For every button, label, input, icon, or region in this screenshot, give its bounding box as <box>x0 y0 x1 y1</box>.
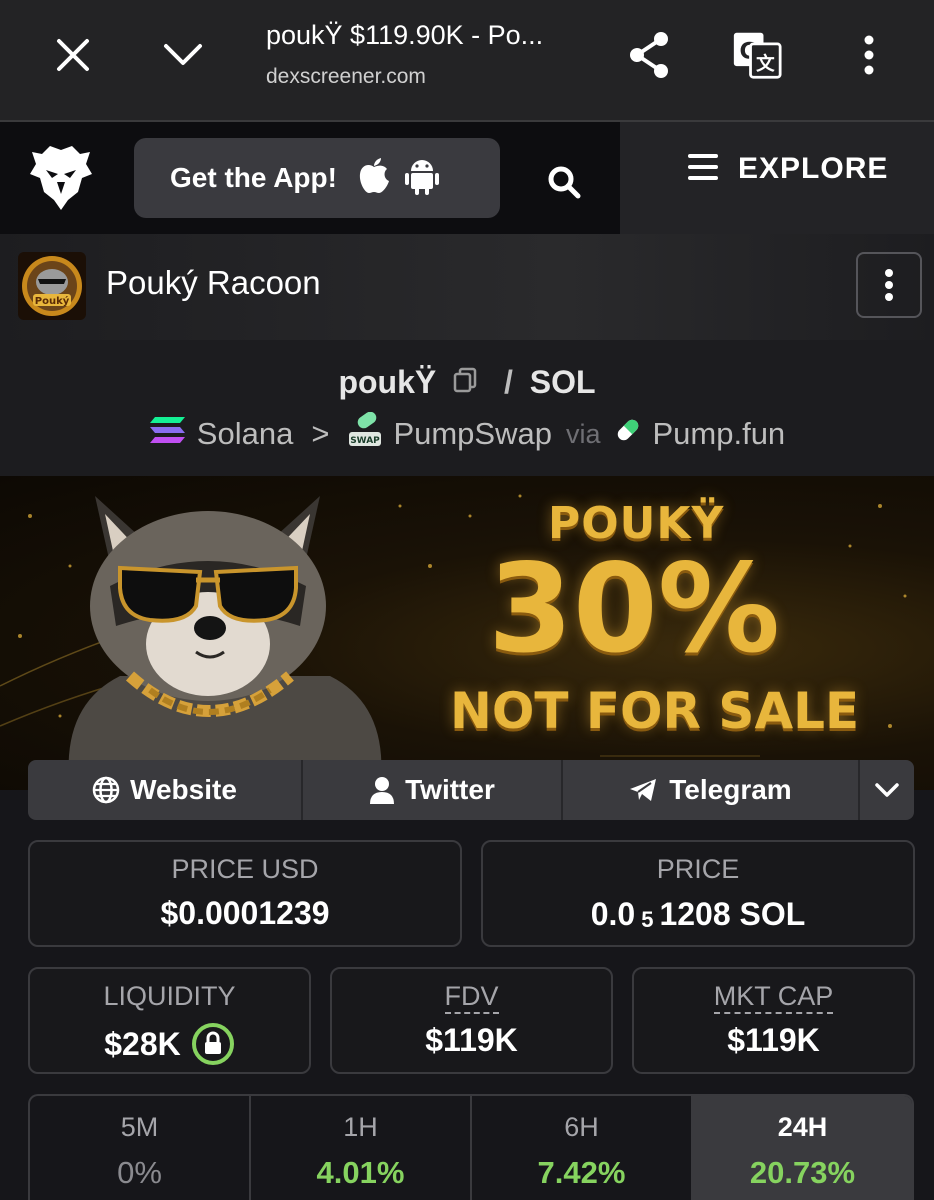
chevron-down-icon[interactable] <box>158 30 208 80</box>
explore-label: EXPLORE <box>738 152 889 185</box>
browser-toolbar: poukŸ $119.90K - Po... dexscreener.com G… <box>0 0 934 122</box>
pair-line: poukŸ / SOL <box>0 362 934 401</box>
price-sol-label: PRICE <box>656 854 740 884</box>
social-links-bar: Website Twitter Telegram <box>28 760 914 820</box>
change-label: 6H <box>564 1112 599 1142</box>
globe-icon <box>92 776 120 804</box>
solana-icon <box>149 415 187 453</box>
change-label: 1H <box>343 1112 378 1142</box>
change-tab-5m[interactable]: 5M 0% <box>30 1096 251 1200</box>
market-cap-label[interactable]: MKT CAP <box>713 981 834 1014</box>
pair-base-symbol: poukŸ <box>338 364 437 401</box>
chevron-down-icon <box>875 783 899 797</box>
copy-icon[interactable] <box>453 364 477 401</box>
banner-percent: 30% <box>488 538 781 680</box>
site-header: Get the App! EXPLORE <box>0 122 934 234</box>
launchpad-link-pumpfun[interactable]: Pump.fun <box>652 416 785 452</box>
fdv-box: FDV $119K <box>330 967 613 1074</box>
change-value: 4.01% <box>316 1155 405 1190</box>
change-value: 0% <box>117 1155 162 1190</box>
price-usd-label: PRICE USD <box>171 854 319 884</box>
change-tab-24h[interactable]: 24H 20.73% <box>693 1096 912 1200</box>
liquidity-value: $28K <box>104 1025 181 1062</box>
search-icon[interactable] <box>546 164 582 205</box>
pill-icon <box>614 416 642 452</box>
android-icon <box>404 157 439 200</box>
price-sol-prefix: 0.0 <box>590 895 636 932</box>
menu-icon <box>688 153 718 185</box>
token-name: Pouký Racoon <box>106 264 321 301</box>
price-sol-value: 0.0 5 1208 SOL <box>483 895 913 933</box>
pumpswap-icon: SWAP <box>347 411 383 456</box>
get-the-app-button[interactable]: Get the App! <box>134 138 500 218</box>
via-label: via <box>565 418 601 449</box>
eagle-logo-icon[interactable] <box>28 144 94 217</box>
twitter-link[interactable]: Twitter <box>303 760 563 820</box>
pair-info: poukŸ / SOL Solana > SWAP PumpSwap via P… <box>0 340 934 477</box>
change-value: 20.73% <box>749 1155 856 1190</box>
liquidity-value-row: $28K <box>30 1022 309 1066</box>
banner-artwork <box>0 494 907 790</box>
price-usd-box: PRICE USD $0.0001239 <box>28 840 462 947</box>
token-avatar[interactable]: Pouký <box>18 252 86 320</box>
avatar-text: Pouký <box>35 295 70 307</box>
price-usd-value: $0.0001239 <box>160 895 330 931</box>
price-sol-zero-count: 5 <box>641 907 654 932</box>
chain-link-solana[interactable]: Solana <box>197 416 294 452</box>
price-sol-box: PRICE 0.0 5 1208 SOL <box>481 840 915 947</box>
telegram-label: Telegram <box>669 774 792 805</box>
more-vert-icon <box>885 269 893 301</box>
telegram-link[interactable]: Telegram <box>563 760 860 820</box>
chain-breadcrumb: Solana > SWAP PumpSwap via Pump.fun <box>0 411 934 456</box>
change-tab-1h[interactable]: 1H 4.01% <box>251 1096 472 1200</box>
liquidity-label: LIQUIDITY <box>103 981 236 1011</box>
pair-separator: / <box>504 364 513 401</box>
twitter-label: Twitter <box>405 774 495 805</box>
pair-quote-symbol: SOL <box>529 364 596 401</box>
explore-button[interactable]: EXPLORE <box>688 152 888 186</box>
page-url: dexscreener.com <box>266 65 426 88</box>
liquidity-box: LIQUIDITY $28K <box>28 967 311 1074</box>
svg-text:文: 文 <box>756 53 775 75</box>
breadcrumb-chevron: > <box>311 416 330 451</box>
market-cap-box: MKT CAP $119K <box>632 967 915 1074</box>
send-icon <box>629 778 657 802</box>
user-icon <box>369 776 395 804</box>
banner-subtitle: NOT FOR SALE <box>450 682 860 740</box>
change-label: 5M <box>120 1112 159 1142</box>
token-header: Pouký Pouký Racoon <box>0 234 934 340</box>
change-label: 24H <box>777 1112 828 1142</box>
change-tab-6h[interactable]: 6H 7.42% <box>472 1096 693 1200</box>
more-links-button[interactable] <box>860 760 914 820</box>
lock-icon[interactable] <box>191 1022 235 1066</box>
close-icon[interactable] <box>48 30 98 80</box>
fdv-value: $119K <box>425 1022 518 1058</box>
price-sol-suffix: 1208 SOL <box>659 895 806 932</box>
get-the-app-label: Get the App! <box>170 162 337 193</box>
website-label: Website <box>130 774 237 805</box>
token-menu-button[interactable] <box>856 252 922 318</box>
token-banner-image: POUKŸ 30% NOT FOR SALE <box>0 476 934 790</box>
market-cap-value: $119K <box>727 1022 820 1058</box>
website-link[interactable]: Website <box>28 760 303 820</box>
page-title-block[interactable]: poukŸ $119.90K - Po... dexscreener.com <box>266 20 596 89</box>
more-vert-icon[interactable] <box>844 30 894 80</box>
fdv-label[interactable]: FDV <box>444 981 499 1014</box>
apple-icon <box>357 157 391 200</box>
change-value: 7.42% <box>537 1155 626 1190</box>
share-icon[interactable] <box>624 30 674 80</box>
translate-icon[interactable]: G文 <box>732 30 782 80</box>
price-change-tabs: 5M 0% 1H 4.01% 6H 7.42% 24H 20.73% <box>28 1094 914 1200</box>
dex-link-pumpswap[interactable]: PumpSwap <box>393 416 552 452</box>
page-title: poukŸ $119.90K - Po... <box>266 20 544 50</box>
pumpswap-badge-text: SWAP <box>351 436 381 446</box>
